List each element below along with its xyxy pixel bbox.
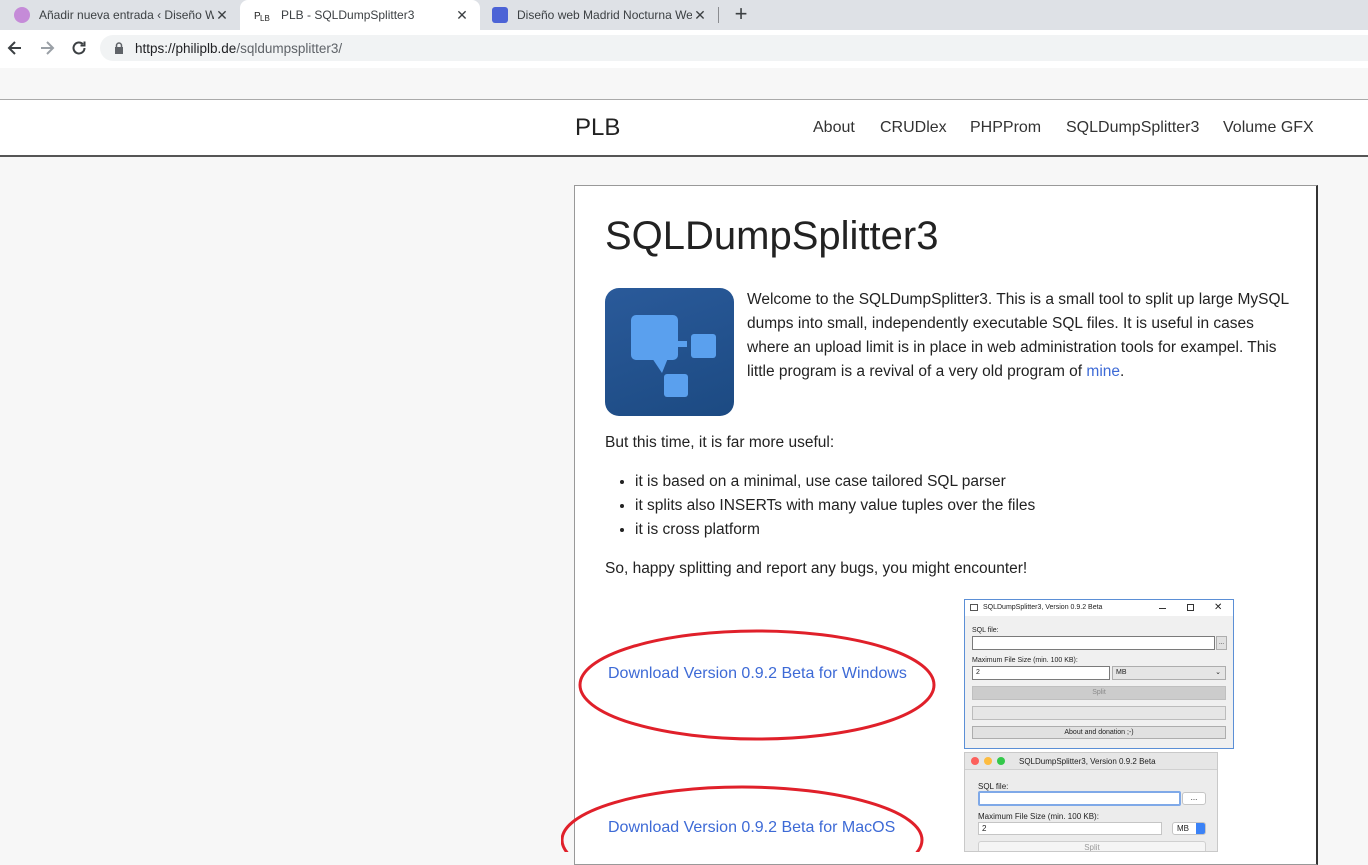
unit-select: MB <box>1172 822 1206 835</box>
zoom-dot-icon <box>997 757 1005 765</box>
intro-text: Welcome to the SQLDumpSplitter3. This is… <box>747 291 1289 380</box>
size-spinbox: 2 <box>972 666 1110 680</box>
macos-app-screenshot[interactable]: SQLDumpSplitter3, Version 0.9.2 Beta SQL… <box>964 752 1218 852</box>
intro-paragraph: Welcome to the SQLDumpSplitter3. This is… <box>747 288 1292 384</box>
unit-select: MB ⌄ <box>1112 666 1226 680</box>
new-tab-button[interactable]: + <box>730 3 752 25</box>
mine-link[interactable]: mine <box>1086 363 1120 380</box>
close-dot-icon <box>971 757 979 765</box>
close-icon[interactable]: ✕ <box>454 7 470 24</box>
unit-value: MB <box>1177 824 1189 833</box>
close-icon: ✕ <box>1214 602 1223 613</box>
about-label: About and donation ;-) <box>1064 729 1134 736</box>
select-stepper-icon <box>1196 823 1205 834</box>
tab-title: Diseño web Madrid Nocturna We <box>517 8 692 22</box>
plb-icon: P LB <box>254 7 272 23</box>
split-label: Split <box>1084 843 1100 852</box>
about-button: About and donation ;-) <box>972 726 1226 739</box>
tab-separator <box>718 7 719 23</box>
tab-diseno-web-madrid[interactable]: Diseño web Madrid Nocturna We ✕ <box>480 0 718 30</box>
nav-crudlex[interactable]: CRUDlex <box>880 119 947 137</box>
sql-file-label: SQL file: <box>978 782 1009 791</box>
tab-plb-sqldumpsplitter3[interactable]: P LB PLB - SQLDumpSplitter3 ✕ <box>240 0 480 30</box>
split-label: Split <box>1092 689 1106 696</box>
annotation-ellipse-windows <box>578 629 936 741</box>
unit-value: MB <box>1116 669 1127 676</box>
owl-icon <box>14 7 30 23</box>
tab-anadir-entrada[interactable]: Añadir nueva entrada ‹ Diseño W ✕ <box>0 0 240 30</box>
browse-button: ... <box>1182 792 1206 805</box>
list-item: it is based on a minimal, use case tailo… <box>635 470 1035 494</box>
split-button: Split <box>978 841 1206 852</box>
happy-paragraph: So, happy splitting and report any bugs,… <box>605 560 1028 577</box>
intro-end: . <box>1120 363 1125 380</box>
maximize-icon <box>1187 604 1194 611</box>
nav-volume-gfx[interactable]: Volume GFX <box>1223 119 1314 137</box>
browser-tab-bar: Añadir nueva entrada ‹ Diseño W ✕ P LB PL… <box>0 0 1368 30</box>
url-host: https://philiplb.de <box>135 41 237 56</box>
list-item: it splits also INSERTs with many value t… <box>635 494 1035 518</box>
reload-icon[interactable] <box>69 38 89 58</box>
window-title: SQLDumpSplitter3, Version 0.9.2 Beta <box>1019 757 1156 766</box>
max-size-label: Maximum File Size (min. 100 KB): <box>978 812 1099 821</box>
window-titlebar: SQLDumpSplitter3, Version 0.9.2 Beta <box>965 753 1217 770</box>
sql-file-field <box>972 636 1215 650</box>
browse-label: ... <box>1190 793 1198 802</box>
progress-bar <box>972 706 1226 720</box>
tab-title: PLB - SQLDumpSplitter3 <box>281 8 415 22</box>
sql-file-field <box>978 791 1181 806</box>
app-logo-icon <box>605 288 734 416</box>
annotation-ellipse-macos <box>561 785 924 852</box>
site-header: PLB About CRUDlex PHPProm SQLDumpSplitte… <box>0 100 1368 157</box>
list-item: it is cross platform <box>635 518 1035 542</box>
window-titlebar: SQLDumpSplitter3, Version 0.9.2 Beta ✕ <box>965 600 1233 616</box>
url-path: /sqldumpsplitter3/ <box>236 41 343 56</box>
nav-phpprom[interactable]: PHPProm <box>970 119 1041 137</box>
forward-icon[interactable] <box>37 38 57 58</box>
but-paragraph: But this time, it is far more useful: <box>605 434 835 451</box>
window-title: SQLDumpSplitter3, Version 0.9.2 Beta <box>983 604 1103 611</box>
tab-title: Añadir nueva entrada ‹ Diseño W <box>39 8 214 22</box>
feature-list: it is based on a minimal, use case tailo… <box>635 470 1035 542</box>
nav-sqldumpsplitter3[interactable]: SQLDumpSplitter3 <box>1066 119 1199 137</box>
minimize-icon <box>1159 608 1166 609</box>
lock-icon[interactable] <box>114 41 124 54</box>
sql-file-label: SQL file: <box>972 627 999 634</box>
svg-text:LB: LB <box>260 14 270 23</box>
minimize-dot-icon <box>984 757 992 765</box>
chevron-down-icon: ⌄ <box>1215 669 1221 676</box>
windows-app-screenshot[interactable]: SQLDumpSplitter3, Version 0.9.2 Beta ✕ S… <box>964 599 1234 749</box>
size-spinbox: 2 <box>978 822 1162 835</box>
size-value: 2 <box>976 669 980 676</box>
size-value: 2 <box>982 824 987 833</box>
browse-button: ... <box>1216 636 1227 650</box>
close-icon[interactable]: ✕ <box>214 7 230 24</box>
split-button: Split <box>972 686 1226 700</box>
back-icon[interactable] <box>5 38 25 58</box>
site-brand[interactable]: PLB <box>575 114 620 142</box>
nav-about[interactable]: About <box>813 119 855 137</box>
app-window-icon <box>970 604 978 611</box>
site-icon <box>492 7 508 23</box>
max-size-label: Maximum File Size (min. 100 KB): <box>972 657 1078 664</box>
browse-label: ... <box>1218 640 1224 646</box>
page-title: SQLDumpSplitter3 <box>605 214 939 258</box>
url-text[interactable]: https://philiplb.de/sqldumpsplitter3/ <box>135 41 342 56</box>
close-icon[interactable]: ✕ <box>692 7 708 24</box>
